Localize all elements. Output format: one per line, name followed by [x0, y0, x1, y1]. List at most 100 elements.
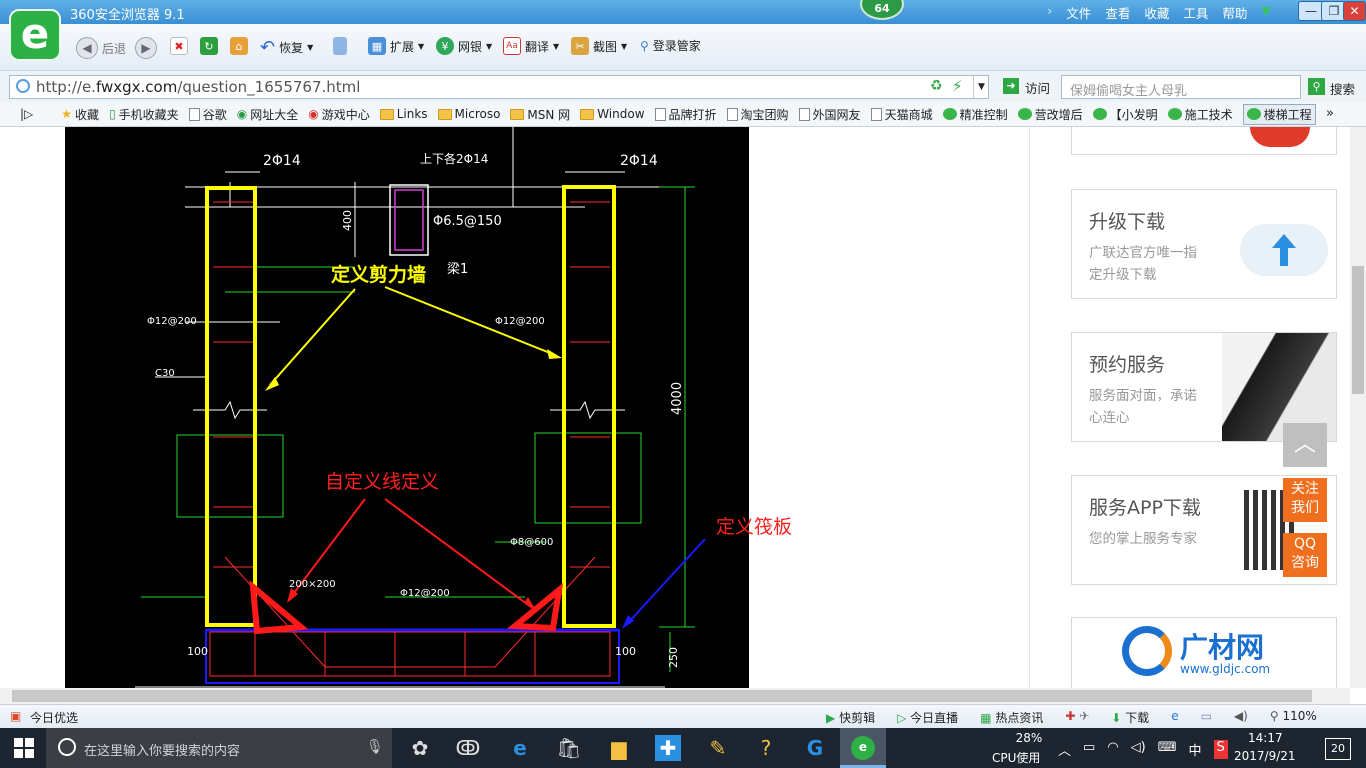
back-arrow-icon: ◀	[76, 37, 98, 59]
card-gldjc[interactable]: 广材网 www.gldjc.com	[1071, 617, 1337, 692]
clock-date[interactable]: 2017/9/21	[1234, 749, 1296, 763]
clock-time[interactable]: 14:17	[1248, 731, 1283, 745]
menu-favorites[interactable]: 收藏	[1144, 3, 1169, 22]
menu-file[interactable]: 文件	[1066, 3, 1091, 22]
qq-consult-button[interactable]: QQ咨询	[1283, 533, 1327, 577]
tray-ime[interactable]: 中	[1189, 740, 1202, 759]
taskbar-app-spiral-icon[interactable]: ↂ	[448, 733, 488, 763]
bookmark-item[interactable]: 品牌打折	[654, 106, 717, 123]
menu-tools[interactable]: 工具	[1183, 3, 1208, 22]
bookmarks-bar: |▷ ★ 收藏 ▯ 手机收藏夹 谷歌 ◉ 网址大全 ◉ 游戏中心 Links Microso MSN …	[0, 102, 1366, 127]
taskbar-edge-icon[interactable]: e	[500, 733, 540, 763]
mobile-button[interactable]	[333, 37, 347, 55]
back-to-top-button[interactable]: ︿	[1283, 423, 1327, 467]
bookmark-item[interactable]: 淘宝团购	[726, 106, 789, 123]
close-button[interactable]: ✕	[1343, 1, 1366, 21]
card-upgrade-download[interactable]: 升级下载 广联达官方唯一指定升级下载	[1071, 189, 1337, 299]
taskbar-help-icon[interactable]: ?	[746, 733, 786, 763]
speaker-icon[interactable]: ◀)	[1234, 709, 1248, 726]
bookmark-item[interactable]: ★ 收藏	[61, 106, 99, 123]
tray-expand-icon[interactable]: ︿	[1058, 740, 1071, 759]
go-arrow-icon[interactable]: ➜	[1003, 78, 1019, 94]
status-clip[interactable]: ▶ 快剪辑	[826, 709, 875, 726]
bookmark-item[interactable]: 【小发明	[1092, 106, 1158, 123]
tray-sogou-icon[interactable]: S	[1213, 740, 1228, 759]
status-news[interactable]: ▦ 热点资讯	[980, 709, 1043, 726]
horizontal-scroll-thumb[interactable]	[12, 690, 1312, 702]
taskbar-search-input[interactable]: 在这里输入你要搜索的内容	[46, 728, 392, 768]
more-bookmarks-icon[interactable]: »	[1326, 106, 1334, 121]
taskbar-glodon-icon[interactable]: G	[795, 733, 835, 763]
shirt-icon[interactable]: ▼	[1261, 3, 1271, 22]
windows-start-icon[interactable]	[14, 738, 34, 758]
bookmark-label: 手机收藏夹	[118, 107, 179, 122]
microphone-icon[interactable]: 🎙	[366, 739, 384, 755]
bookmark-item[interactable]: 天猫商城	[870, 106, 933, 123]
bookmark-item[interactable]: ▯ 手机收藏夹	[109, 106, 179, 123]
vertical-scrollbar[interactable]	[1350, 127, 1366, 688]
bookmark-item[interactable]: 施工技术	[1167, 106, 1233, 123]
bookmark-item[interactable]: 营改增后	[1017, 106, 1083, 123]
page-icon	[726, 107, 738, 121]
taskbar-notes-icon[interactable]: ✎	[698, 733, 738, 763]
recycle-icon[interactable]: ♻	[930, 78, 943, 94]
vertical-scroll-thumb[interactable]	[1352, 266, 1364, 394]
bookmark-item[interactable]: MSN 网	[510, 106, 570, 123]
status-download[interactable]: ⬇ 下载	[1111, 709, 1149, 726]
visit-button[interactable]: 访问	[1025, 78, 1050, 97]
notification-center-icon[interactable]: 20	[1325, 738, 1351, 760]
tray-wifi-icon[interactable]: ◠	[1107, 740, 1118, 759]
login-manager-button[interactable]: ⚲ 登录管家	[640, 37, 701, 54]
bookmark-item[interactable]: 楼梯工程	[1242, 103, 1316, 125]
screenshot-button[interactable]: ✂ 截图 ▼	[571, 37, 627, 55]
stop-button[interactable]: ✖	[170, 37, 188, 55]
refresh-button[interactable]: ↻	[200, 37, 218, 55]
forward-arrow-icon: ▶	[135, 37, 157, 59]
bookmark-item[interactable]: 外国网友	[798, 106, 861, 123]
sidebar-toggle-icon[interactable]: |▷	[20, 107, 33, 121]
back-button[interactable]: ◀ 后退	[76, 37, 126, 59]
extend-button[interactable]: ▦ 扩展 ▼	[368, 37, 424, 55]
taskbar-explorer-icon[interactable]: ▆	[599, 733, 639, 763]
url-text[interactable]: http://e.fwxgx.com/question_1655767.html	[36, 78, 360, 96]
taskbar-app-scheduler-icon[interactable]: ✿	[400, 733, 440, 763]
tray-keyboard-icon[interactable]: ⌨	[1158, 740, 1177, 759]
status-live[interactable]: ▷ 今日直播	[897, 709, 958, 726]
search-input[interactable]: 保姆偷喝女主人母乳	[1061, 75, 1301, 99]
search-icon[interactable]: ⚲	[1308, 78, 1325, 95]
taskbar-store-icon[interactable]: 🛍	[549, 733, 589, 763]
browser-logo-icon[interactable]: e	[9, 9, 61, 61]
restore-tabs-button[interactable]: ↶ 恢复 ▼	[260, 37, 313, 58]
follow-us-button[interactable]: 关注我们	[1283, 478, 1327, 522]
menu-chevron-icon[interactable]: ›	[1047, 3, 1052, 22]
dim-top-right: 2Φ14	[620, 153, 658, 169]
bookmark-item[interactable]: Microso	[437, 107, 500, 121]
bookmark-item[interactable]: ◉ 游戏中心	[308, 106, 370, 123]
home-button[interactable]: ⌂	[230, 37, 248, 55]
tray-volume-icon[interactable]: ◁)	[1131, 740, 1146, 759]
bank-button[interactable]: ¥ 网银 ▼	[436, 37, 492, 55]
menu-view[interactable]: 查看	[1105, 3, 1130, 22]
menu-help[interactable]: 帮助	[1222, 3, 1247, 22]
translate-button[interactable]: Aa 翻译 ▼	[503, 37, 559, 55]
lightning-icon[interactable]: ⚡	[952, 77, 963, 95]
bookmark-item[interactable]: Window	[580, 107, 645, 121]
tray-battery-icon[interactable]: ▭	[1083, 740, 1095, 759]
window-icon[interactable]: ▭	[1201, 709, 1212, 726]
bookmark-item[interactable]: ◉ 网址大全	[237, 106, 299, 123]
zoom-level[interactable]: ⚲ 110%	[1270, 709, 1317, 726]
today-picks[interactable]: 今日优选	[30, 709, 78, 726]
bookmark-item[interactable]: Links	[379, 107, 428, 121]
ie-icon[interactable]: e	[1171, 709, 1178, 726]
forward-button[interactable]: ▶	[135, 37, 157, 59]
taskbar-plus-app-icon[interactable]: ✚	[655, 735, 681, 761]
label-raft-outside: 定义筏板	[716, 516, 793, 538]
status-misc-icons[interactable]: ✚ ✈	[1065, 709, 1089, 726]
bookmark-item[interactable]: 谷歌	[188, 106, 227, 123]
bookmark-item[interactable]: 精准控制	[942, 106, 1008, 123]
taskbar-360-browser-active[interactable]: e	[840, 728, 886, 768]
url-dropdown-icon[interactable]: ▼	[973, 76, 989, 98]
search-button[interactable]: 搜索	[1330, 79, 1355, 98]
wechat-icon	[1092, 108, 1107, 120]
bank-icon: ¥	[436, 37, 454, 55]
